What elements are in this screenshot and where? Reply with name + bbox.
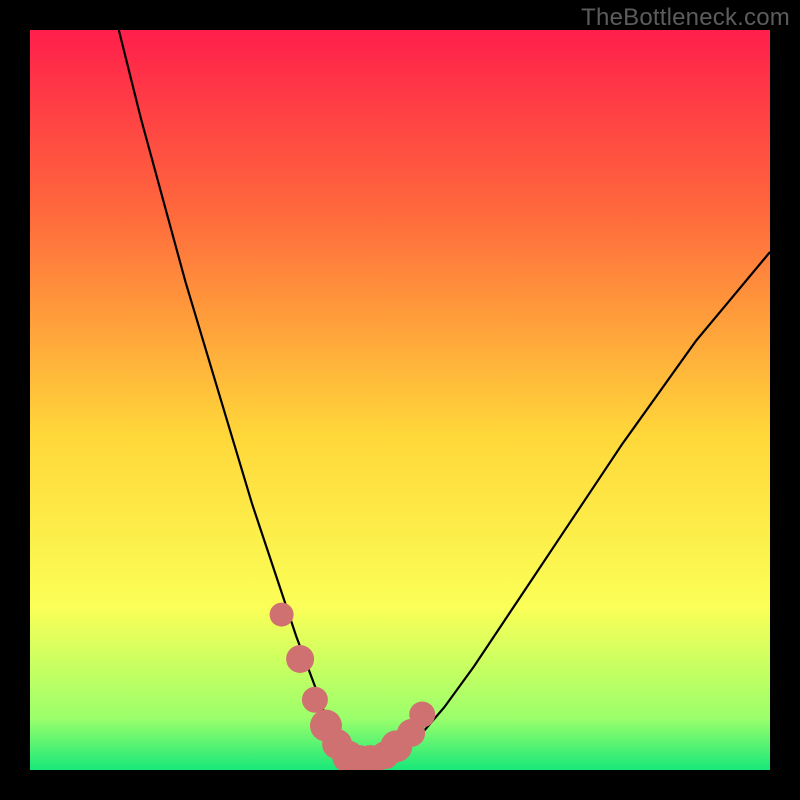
highlight-point: [270, 603, 294, 627]
gradient-background: [30, 30, 770, 770]
watermark-text: TheBottleneck.com: [581, 4, 790, 32]
chart-frame: TheBottleneck.com: [0, 0, 800, 800]
bottleneck-chart: [30, 30, 770, 770]
highlight-point: [286, 645, 314, 673]
highlight-point: [302, 687, 328, 713]
highlight-point: [409, 702, 435, 728]
